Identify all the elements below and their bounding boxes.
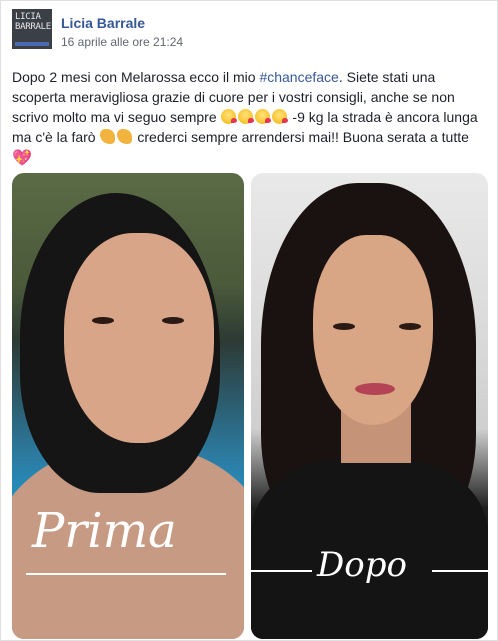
after-caption-line-left	[250, 570, 312, 572]
author-name-link[interactable]: Licia Barrale	[61, 15, 145, 31]
post-photo[interactable]: Prima Dopo	[12, 173, 488, 639]
post-timestamp-link[interactable]: 16 aprile alle ore 21:24	[61, 35, 183, 49]
before-photo-face	[64, 233, 214, 443]
sparkling-heart-emoji-icon: 💖	[12, 150, 32, 167]
post-text-segment: crederci sempre arrendersi mai!! Buona s…	[133, 129, 469, 145]
after-photo-eye	[399, 323, 421, 330]
flexed-biceps-emoji-icon	[99, 129, 115, 144]
before-caption: Prima	[32, 503, 177, 559]
kissing-face-emoji-icon	[254, 109, 271, 124]
after-caption-line-right	[432, 570, 488, 572]
kissing-face-emoji-icon	[237, 109, 254, 124]
post-text: Dopo 2 mesi con Melarossa ecco il mio #c…	[12, 67, 490, 169]
logo-text-line1: LICIA	[15, 12, 41, 22]
kissing-face-emoji-icon	[220, 109, 237, 124]
before-photo-eye	[92, 317, 114, 324]
logo-text-line2: BARRALE	[15, 22, 51, 32]
avatar[interactable]: LICIA BARRALE	[12, 9, 52, 49]
before-caption-underline	[26, 573, 226, 575]
facebook-post: LICIA BARRALE Licia Barrale 16 aprile al…	[0, 0, 498, 641]
logo-accent-bar	[15, 42, 49, 46]
before-photo-eye	[162, 317, 184, 324]
flexed-biceps-emoji-icon	[116, 129, 132, 144]
kissing-face-emoji-icon	[271, 109, 288, 124]
post-header: LICIA BARRALE Licia Barrale 16 aprile al…	[12, 9, 482, 53]
hashtag-link[interactable]: #chanceface	[259, 69, 338, 85]
after-photo-lips	[355, 383, 395, 395]
before-photo-panel	[12, 173, 244, 639]
after-photo-eye	[333, 323, 355, 330]
after-photo-face	[313, 235, 433, 425]
post-text-segment: Dopo 2 mesi con Melarossa ecco il mio	[12, 69, 260, 85]
after-caption: Dopo	[317, 545, 407, 585]
